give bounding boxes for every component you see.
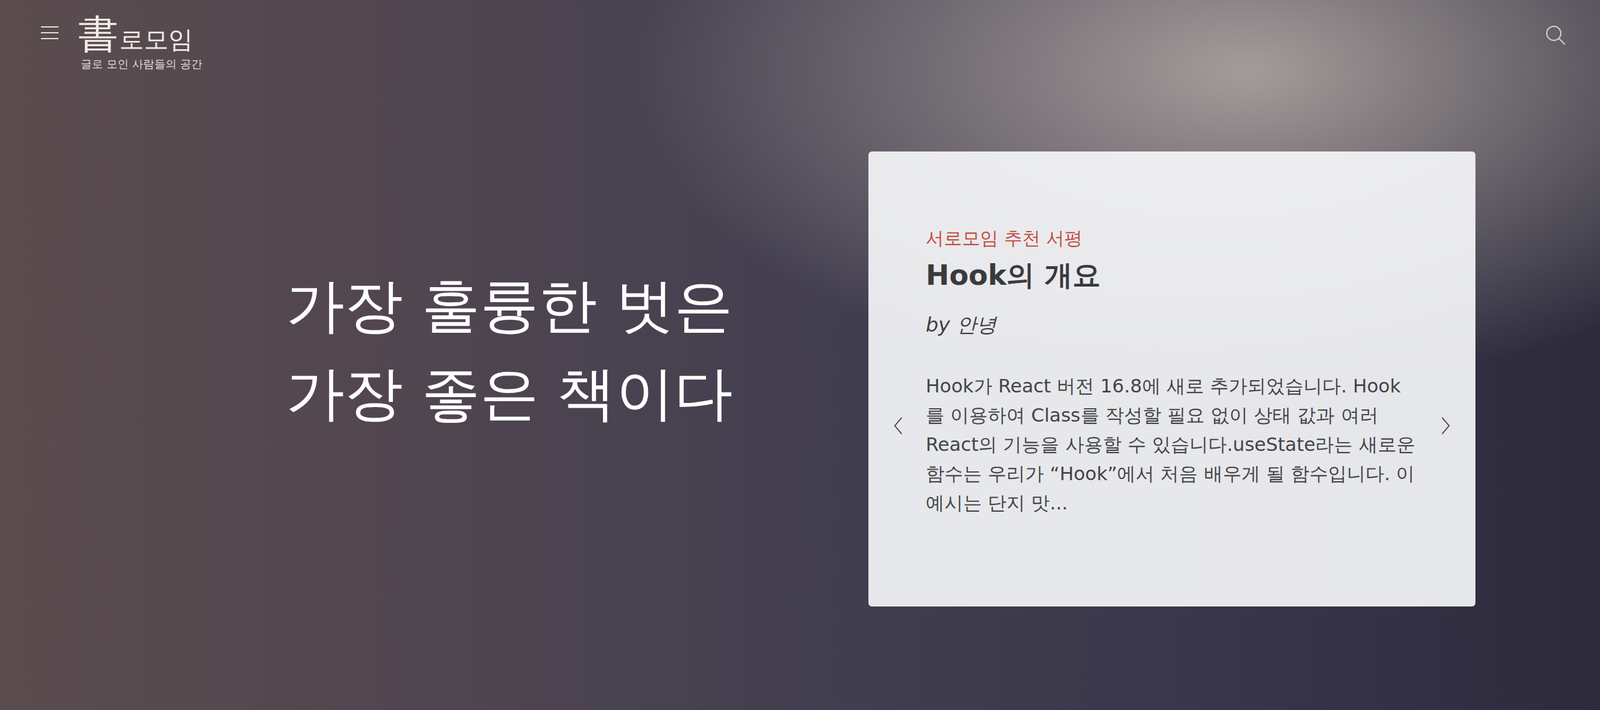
hamburger-icon — [39, 24, 60, 41]
logo-tagline: 글로 모인 사람들의 공간 — [80, 56, 203, 72]
site-header: 書 로모임 글로 모인 사람들의 공간 — [0, 0, 1600, 72]
hero-quote: 가장 훌륭한 벗은가장 좋은 책이다 — [285, 261, 733, 438]
chevron-left-icon — [891, 415, 905, 436]
logo-mark: 書 — [78, 12, 119, 57]
menu-button[interactable] — [39, 24, 60, 43]
card-title[interactable]: Hook의 개요 — [925, 256, 1417, 295]
card-author: by 안녕 — [925, 311, 1417, 339]
chevron-right-icon — [1439, 415, 1453, 436]
hero-section: 書 로모임 글로 모인 사람들의 공간 가장 훌륭한 벗은가장 좋은 책이다 서… — [0, 0, 1600, 710]
card-label: 서로모임 추천 서평 — [925, 226, 1417, 251]
prev-button[interactable] — [891, 415, 905, 438]
search-icon — [1543, 23, 1568, 47]
logo-name: 로모임 — [119, 23, 193, 57]
quote-line: 가장 좋은 책이다 — [285, 349, 733, 438]
hero-content: 가장 훌륭한 벗은가장 좋은 책이다 서로모임 추천 서평 Hook의 개요 b… — [0, 71, 1600, 710]
review-card: 서로모임 추천 서평 Hook의 개요 by 안녕 Hook가 React 버전… — [868, 151, 1476, 607]
next-button[interactable] — [1439, 415, 1453, 438]
search-button[interactable] — [1543, 23, 1568, 49]
card-excerpt: Hook가 React 버전 16.8에 새로 추가되었습니다. Hook를 이… — [925, 371, 1417, 518]
quote-line: 가장 훌륭한 벗은 — [285, 261, 733, 350]
site-logo[interactable]: 書 로모임 글로 모인 사람들의 공간 — [78, 12, 203, 72]
